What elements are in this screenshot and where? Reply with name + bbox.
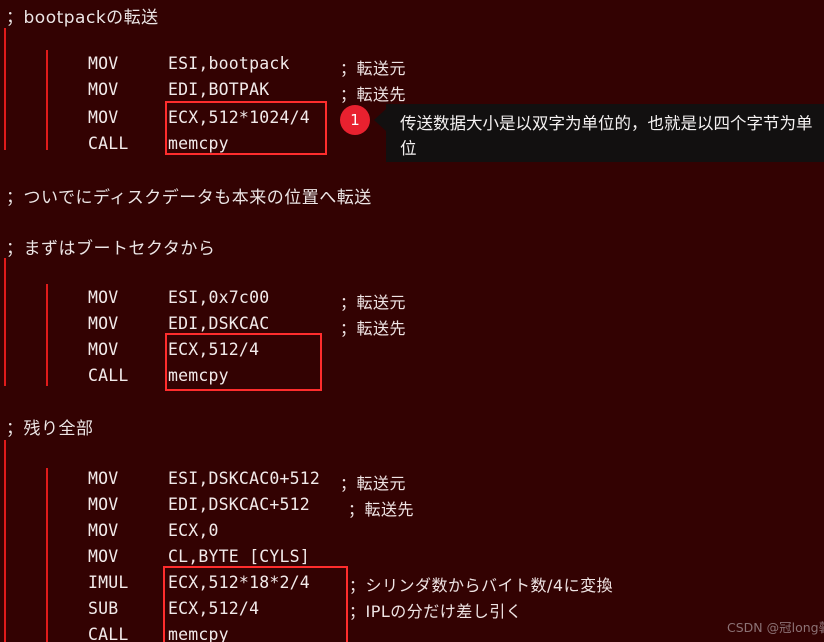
code-comment: ；転送元 [340, 474, 407, 493]
section-heading-diskdata: ；ついでにディスクデータも本来の位置へ転送 [6, 188, 372, 208]
code-mnemonic: MOV [88, 469, 119, 488]
code-operand: EDI,DSKCAC [168, 314, 270, 333]
code-mnemonic: MOV [88, 80, 119, 99]
callout-badge-1: 1 [340, 105, 370, 135]
guide-bar-inner-1 [46, 50, 48, 150]
guide-bar-outer-3 [4, 440, 6, 642]
code-comment: ；転送元 [340, 293, 407, 312]
callout-tooltip-1: 传送数据大小是以双字为单位的，也就是以四个字节为单位 [386, 104, 824, 162]
slide-canvas: ；bootpackの転送 MOV ESI,bootpack ；転送元 MOV E… [0, 0, 824, 642]
code-operand: EDI,BOTPAK [168, 80, 270, 99]
code-comment: ；転送先 [340, 319, 407, 338]
code-mnemonic: MOV [88, 54, 119, 73]
code-operand: ECX,0 [168, 521, 219, 540]
guide-bar-outer-1 [4, 28, 6, 150]
guide-bar-inner-3 [46, 468, 48, 642]
section-heading-bootsector: ；まずはブートセクタから [6, 239, 216, 259]
section-heading-rest: ；残り全部 [6, 419, 94, 439]
code-operand: CL,BYTE [CYLS] [168, 547, 310, 566]
callout-arrow [374, 109, 386, 131]
code-operand: memcpy [168, 625, 229, 642]
guide-bar-inner-2 [46, 284, 48, 386]
code-operand: ESI,bootpack [168, 54, 290, 73]
code-mnemonic: MOV [88, 521, 119, 540]
code-comment: ；IPLの分だけ差し引く [349, 602, 523, 621]
code-mnemonic: MOV [88, 495, 119, 514]
code-operand: ESI,0x7c00 [168, 288, 270, 307]
code-mnemonic: CALL [88, 366, 129, 385]
code-operand: ECX,512/4 [168, 340, 260, 359]
code-mnemonic: MOV [88, 547, 119, 566]
code-mnemonic: MOV [88, 340, 119, 359]
code-operand: ESI,DSKCAC0+512 [168, 469, 321, 488]
guide-bar-outer-2 [4, 258, 6, 386]
csdn-watermark: CSDN @冠long馨 [727, 620, 824, 635]
code-comment: ；転送先 [348, 500, 415, 519]
code-operand: memcpy [168, 134, 229, 153]
code-comment: ；シリンダ数からバイト数/4に変換 [349, 576, 614, 595]
code-operand: ECX,512*1024/4 [168, 108, 310, 127]
code-mnemonic: CALL [88, 134, 129, 153]
code-mnemonic: CALL [88, 625, 129, 642]
code-mnemonic: MOV [88, 288, 119, 307]
code-comment: ；転送元 [340, 59, 407, 78]
code-operand: EDI,DSKCAC+512 [168, 495, 310, 514]
code-comment: ；転送先 [340, 85, 407, 104]
code-operand: ECX,512/4 [168, 599, 260, 618]
code-operand: memcpy [168, 366, 229, 385]
code-mnemonic: MOV [88, 108, 119, 127]
code-mnemonic: IMUL [88, 573, 129, 592]
code-mnemonic: SUB [88, 599, 119, 618]
section-heading-bootpack: ；bootpackの転送 [6, 8, 159, 28]
code-mnemonic: MOV [88, 314, 119, 333]
code-operand: ECX,512*18*2/4 [168, 573, 310, 592]
